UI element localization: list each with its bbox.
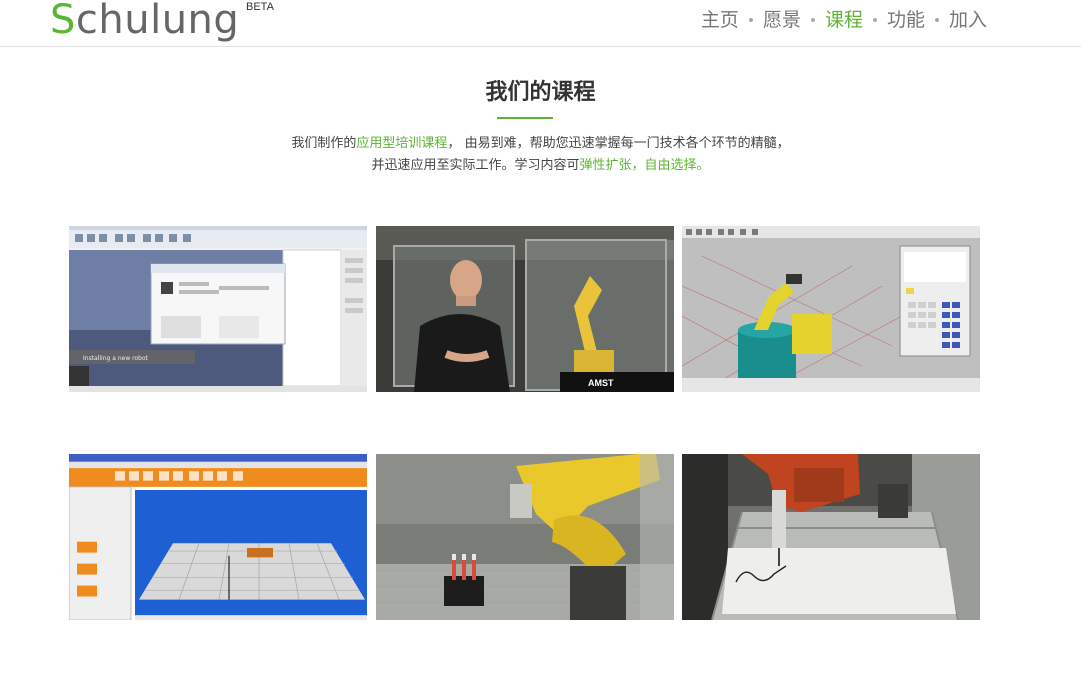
intro-text: 并迅速应用至实际工作。学习内容可 — [371, 158, 580, 173]
top-header: Schulung BETA 主页 愿景 课程 功能 加入 — [0, 0, 1081, 47]
intro-text: ， 由易到难，帮助您迅速掌握每一门技术各个环节的精髓， — [447, 136, 790, 151]
intro-text: 我们制作的 — [291, 136, 357, 151]
nav-item-home[interactable]: 主页 — [701, 7, 739, 33]
nav-separator — [934, 18, 939, 22]
logo-initial: S — [50, 0, 76, 43]
course-thumbnail-robot-drawing[interactable] — [682, 454, 980, 620]
title-underline — [497, 117, 553, 119]
nav-item-features[interactable]: 功能 — [887, 7, 925, 33]
thumbnail-caption: Installing a new robot — [83, 355, 149, 362]
nav-item-vision[interactable]: 愿景 — [763, 7, 801, 33]
main-nav: 主页 愿景 课程 功能 加入 — [701, 7, 987, 33]
course-thumbnail-robot-simulation[interactable] — [682, 226, 980, 392]
workspace-software-image — [69, 454, 367, 620]
section-title: 我们的课程 — [485, 80, 596, 105]
intro-line-2: 并迅速应用至实际工作。学习内容可弹性扩张，自由选择。 — [0, 155, 1081, 177]
nav-separator — [872, 18, 877, 22]
nav-separator — [748, 18, 753, 22]
beta-badge: BETA — [246, 1, 274, 13]
cad-screenshot-image: Installing a new robot — [69, 226, 367, 392]
instructor-video-image: AMST — [376, 226, 674, 392]
course-thumbnail-workspace-software[interactable] — [69, 454, 367, 620]
logo[interactable]: Schulung — [50, 0, 239, 44]
robot-simulation-image — [682, 226, 980, 392]
course-thumbnail-cad-setup[interactable]: Installing a new robot — [69, 226, 367, 392]
robot-drawing-image — [682, 454, 980, 620]
intro-highlight: 弹性扩张，自由选择。 — [579, 158, 710, 173]
intro-line-1: 我们制作的应用型培训课程， 由易到难，帮助您迅速掌握每一门技术各个环节的精髓， — [0, 133, 1081, 155]
nav-separator — [810, 18, 815, 22]
section-intro: 我们制作的应用型培训课程， 由易到难，帮助您迅速掌握每一门技术各个环节的精髓， … — [0, 133, 1081, 177]
nav-item-courses[interactable]: 课程 — [825, 7, 863, 33]
intro-highlight: 应用型培训课程 — [356, 136, 448, 151]
nav-item-join[interactable]: 加入 — [949, 7, 987, 33]
logo-rest: chulung — [75, 0, 240, 43]
course-thumbnail-intro-video[interactable]: AMST — [376, 226, 674, 392]
robot-pick-image — [376, 454, 674, 620]
amst-logo: AMST — [588, 378, 614, 388]
course-thumbnail-robot-pick[interactable] — [376, 454, 674, 620]
